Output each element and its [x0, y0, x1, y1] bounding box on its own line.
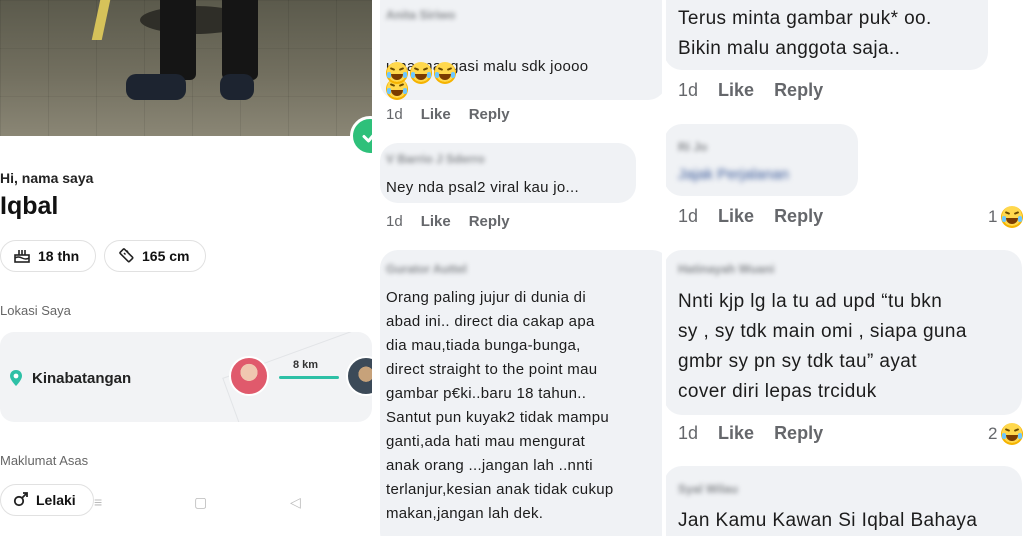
reply-button[interactable]: Reply — [469, 106, 510, 123]
height-value: 165 cm — [142, 248, 190, 264]
like-button[interactable]: Like — [718, 80, 754, 101]
ruler-icon — [117, 246, 135, 267]
comment-time: 1d — [386, 213, 403, 230]
comment-text: Jan Kamu Kawan Si Iqbal Bahaya — [678, 510, 978, 531]
comment-line: Bikin malu anggota saja.. — [678, 38, 901, 59]
laughing-emoji-icon — [410, 62, 432, 84]
comment-bubble — [666, 124, 858, 196]
reaction-summary[interactable]: 2 — [988, 423, 1024, 445]
haha-reaction-icon — [1001, 206, 1024, 228]
comment-author[interactable]: Ri Jo — [678, 140, 707, 154]
reaction-count: 2 — [988, 424, 998, 443]
emoji-line — [386, 62, 456, 84]
comment-actions: 1d Like Reply — [678, 423, 823, 444]
height-chip: 165 cm — [104, 240, 206, 272]
gender-value: Lelaki — [36, 492, 76, 508]
cake-icon — [13, 247, 31, 266]
comment-link[interactable]: Jajak Perjalanan — [678, 166, 789, 183]
comment-author[interactable]: Anita Siriwo — [386, 8, 455, 22]
reaction-count: 1 — [988, 207, 998, 226]
comment-line: anak orang ...jangan lah ..nnti — [386, 457, 593, 474]
reply-button[interactable]: Reply — [774, 206, 823, 227]
back-nav-icon[interactable]: ◁ — [290, 494, 301, 511]
comment-line: direct straight to the point mau — [386, 361, 598, 378]
comment-line: cover diri lepas trciduk — [678, 381, 877, 402]
comment-author[interactable]: Gurator Auttel — [386, 262, 467, 276]
menu-nav-icon[interactable]: ≡ — [94, 494, 102, 510]
comment-line: gambar p€ki..baru 18 tahun.. — [386, 385, 587, 402]
location-pin-icon — [8, 369, 24, 392]
reply-button[interactable]: Reply — [774, 423, 823, 444]
home-nav-icon[interactable]: ▢ — [194, 494, 207, 511]
comment-line: ganti,ada hati mau mengurat — [386, 433, 586, 450]
comment-line: Orang paling jujur di dunia di — [386, 289, 586, 306]
like-button[interactable]: Like — [421, 213, 451, 230]
comment-time: 1d — [678, 423, 699, 443]
comment-line: terlanjur,kesian anak tidak cukup — [386, 481, 614, 498]
distance-label: 8 km — [293, 359, 319, 371]
reply-button[interactable]: Reply — [469, 213, 510, 230]
reaction-summary[interactable]: 1 — [988, 206, 1024, 228]
comment-line: abad ini.. direct dia cakap apa — [386, 313, 595, 330]
like-button[interactable]: Like — [718, 206, 754, 227]
male-icon — [13, 491, 29, 510]
comment-line: dia mau,tiada bunga-bunga, — [386, 337, 581, 354]
location-name: Kinabatangan — [32, 370, 132, 387]
comments-panel-2: Anita Siriwo uina mangasi malu sdk joooo… — [376, 0, 662, 536]
basic-info-section-title: Maklumat Asas — [0, 453, 89, 468]
comments-panel-3: Terus minta gambar puk* oo. Bikin malu a… — [666, 0, 1024, 536]
comment-line: makan,jangan lah dek. — [386, 505, 544, 522]
gender-chip: Lelaki — [0, 484, 94, 516]
comment-line: sy , sy tdk main omi , siapa guna — [678, 321, 967, 342]
like-button[interactable]: Like — [718, 423, 754, 444]
comment-actions: 1d Like Reply — [678, 206, 823, 227]
comment-line: Terus minta gambar puk* oo. — [678, 8, 932, 29]
comment-author[interactable]: Hatinayah Wuani — [678, 262, 774, 276]
my-avatar — [229, 356, 269, 396]
distance-line — [279, 376, 339, 379]
age-chip: 18 thn — [0, 240, 96, 272]
reply-button[interactable]: Reply — [774, 80, 823, 101]
profile-photo[interactable] — [0, 0, 372, 136]
laughing-emoji-icon — [386, 62, 408, 84]
comment-time: 1d — [386, 106, 403, 123]
location-section-title: Lokasi Saya — [0, 303, 71, 318]
comment-line: Santut pun kuyak2 tidak mampu — [386, 409, 609, 426]
comment-time: 1d — [678, 206, 699, 226]
comment-actions: 1d Like Reply — [678, 80, 823, 101]
profile-name: Iqbal — [0, 192, 59, 220]
comment-line: Nnti kjp lg la tu ad upd “tu bkn — [678, 291, 943, 312]
comment-actions: 1d Like Reply — [386, 106, 510, 123]
comment-author[interactable]: Syal Wilau — [678, 482, 738, 496]
profile-panel: Hi, nama saya Iqbal 18 thn 165 cm Lokasi… — [0, 0, 372, 536]
greeting: Hi, nama saya — [0, 170, 94, 186]
comment-line: gmbr sy pn sy tdk tau” ayat — [678, 351, 917, 372]
comment-text: Ney nda psal2 viral kau jo... — [386, 179, 579, 196]
comment-author[interactable]: V Barrio J Sderro — [386, 152, 485, 166]
age-value: 18 thn — [38, 248, 80, 264]
like-button[interactable]: Like — [421, 106, 451, 123]
comment-actions: 1d Like Reply — [386, 213, 510, 230]
laughing-emoji-icon — [434, 62, 456, 84]
haha-reaction-icon — [1001, 423, 1024, 445]
comment-time: 1d — [678, 80, 699, 100]
